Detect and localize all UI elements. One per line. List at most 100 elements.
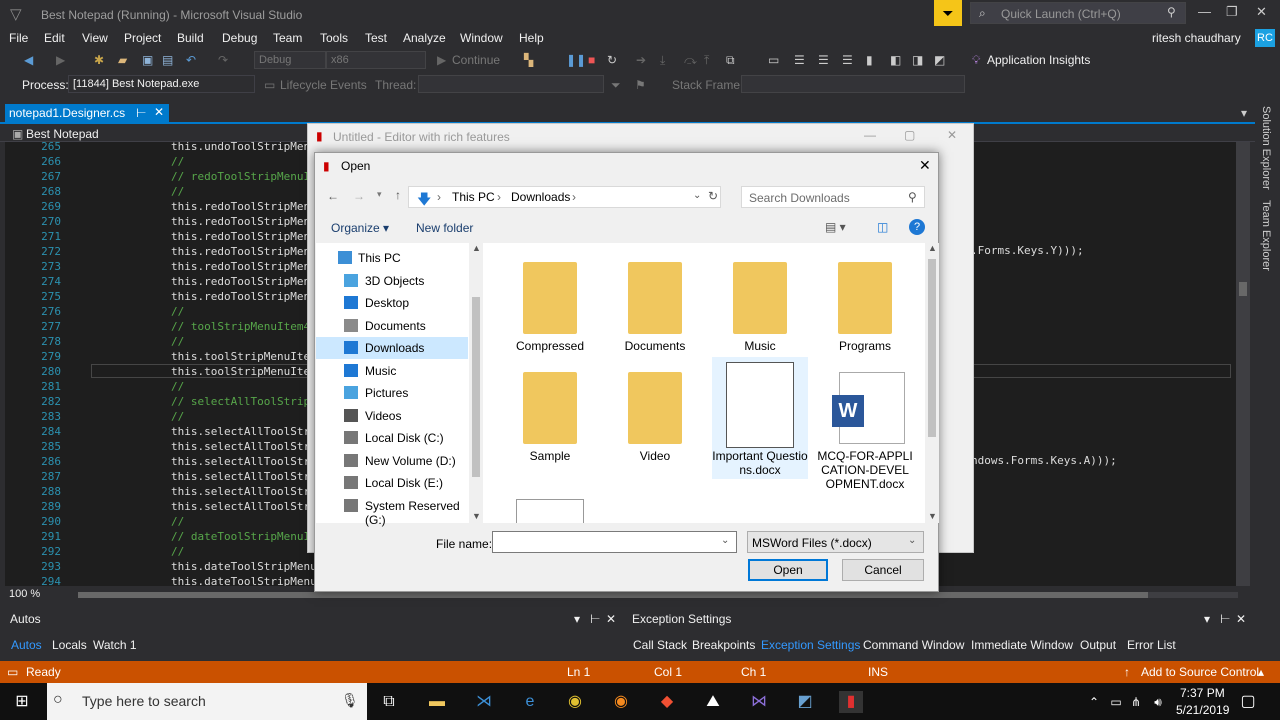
- menu-build[interactable]: Build: [177, 31, 204, 45]
- break-all-icon[interactable]: ❚❚: [566, 53, 586, 67]
- comment-icon[interactable]: ☰: [818, 53, 829, 67]
- step-into-icon[interactable]: ⤓: [660, 53, 665, 68]
- git-icon[interactable]: ◆: [655, 691, 679, 713]
- folder-item[interactable]: Documents: [607, 257, 703, 353]
- new-folder-button[interactable]: New folder: [416, 221, 473, 235]
- edge-icon[interactable]: e: [518, 691, 542, 713]
- team-explorer-tab[interactable]: Team Explorer: [1260, 200, 1272, 271]
- menu-project[interactable]: Project: [124, 31, 161, 45]
- nav-item-pictures[interactable]: Pictures: [316, 382, 468, 404]
- avatar[interactable]: RC: [1255, 29, 1275, 47]
- nav-item-videos[interactable]: Videos: [316, 405, 468, 427]
- task-view-icon[interactable]: ⧉: [377, 691, 401, 713]
- add-to-source-control-button[interactable]: Add to Source Control: [1141, 665, 1259, 679]
- vertical-scrollbar[interactable]: [1236, 142, 1250, 586]
- tab-locals[interactable]: Locals: [52, 638, 87, 652]
- search-icon[interactable]: ⚲: [1167, 5, 1176, 19]
- platform-select[interactable]: x86: [326, 51, 426, 69]
- inkscape-icon[interactable]: ⛰: [701, 691, 725, 713]
- folder-item[interactable]: Sample: [502, 367, 598, 463]
- nav-item-3d-objects[interactable]: 3D Objects: [316, 270, 468, 292]
- document-thumbnail[interactable]: [516, 499, 584, 523]
- minimize-icon[interactable]: —: [1198, 4, 1211, 19]
- uncomment-icon[interactable]: ☰: [842, 53, 853, 67]
- nav-item-downloads[interactable]: Downloads: [316, 337, 468, 359]
- scroll-up-icon[interactable]: ▲: [472, 243, 481, 253]
- help-icon[interactable]: ?: [909, 219, 925, 235]
- menu-edit[interactable]: Edit: [44, 31, 65, 45]
- scrollbar-thumb[interactable]: [1239, 282, 1247, 296]
- nav-item-desktop[interactable]: Desktop: [316, 292, 468, 314]
- clock-date[interactable]: 5/21/2019: [1176, 703, 1229, 717]
- preview-pane-icon[interactable]: ◫: [877, 220, 888, 234]
- close-icon[interactable]: ✕: [947, 128, 957, 142]
- process-select[interactable]: [11844] Best Notepad.exe: [68, 75, 255, 93]
- tab-exception-settings[interactable]: Exception Settings: [761, 638, 860, 652]
- show-threads-icon[interactable]: ▭: [768, 53, 779, 67]
- nav-item-new-volume-d[interactable]: New Volume (D:): [316, 450, 468, 472]
- nav-item-this-pc[interactable]: This PC: [316, 247, 468, 269]
- undo-icon[interactable]: ↶: [186, 53, 196, 67]
- vscode-icon[interactable]: ⋊: [472, 691, 496, 713]
- folder-item[interactable]: Programs: [817, 257, 913, 353]
- chevron-down-icon[interactable]: ⌄: [721, 535, 729, 546]
- file-item[interactable]: W MCQ-FOR-APPLICATION-DEVELOPMENT.docx: [817, 367, 913, 491]
- nav-scrollbar[interactable]: ▲ ▼: [469, 243, 483, 523]
- close-icon[interactable]: ✕: [1236, 612, 1246, 626]
- tab-watch-1[interactable]: Watch 1: [93, 638, 137, 652]
- pin-icon[interactable]: ⊢: [590, 612, 600, 626]
- nav-item-music[interactable]: Music: [316, 360, 468, 382]
- cancel-button[interactable]: Cancel: [842, 559, 924, 581]
- zoom-level[interactable]: 100 %: [9, 588, 40, 600]
- chrome-icon[interactable]: ◉: [563, 691, 587, 713]
- nav-item-documents[interactable]: Documents: [316, 315, 468, 337]
- refresh-icon[interactable]: ↻: [708, 189, 718, 203]
- maximize-icon[interactable]: ❐: [1226, 4, 1238, 20]
- menu-file[interactable]: File: [9, 31, 28, 45]
- step-out-icon[interactable]: ⤒: [704, 53, 709, 68]
- scroll-down-icon[interactable]: ▼: [472, 511, 481, 521]
- address-dropdown-icon[interactable]: ⌄: [693, 190, 701, 201]
- menu-view[interactable]: View: [82, 31, 108, 45]
- tab-immediate-window[interactable]: Immediate Window: [971, 638, 1073, 652]
- pin-icon[interactable]: ⊢: [136, 106, 146, 120]
- maximize-icon[interactable]: ▢: [904, 128, 915, 142]
- minimize-icon[interactable]: —: [864, 128, 876, 142]
- action-center-icon[interactable]: ▢: [1236, 691, 1260, 713]
- flag-icon[interactable]: ⚑: [635, 78, 646, 92]
- tab-notepad1-designer[interactable]: notepad1.Designer.cs ⊢ ✕: [5, 104, 169, 122]
- forward-icon[interactable]: →: [353, 189, 365, 203]
- lifecycle-icon[interactable]: ▭: [264, 78, 275, 92]
- stack-frame-select[interactable]: [741, 75, 965, 93]
- align-left-icon[interactable]: ☰: [794, 53, 805, 67]
- breadcrumb-downloads[interactable]: Downloads: [511, 190, 570, 204]
- nav-item-local-disk-c[interactable]: Local Disk (C:): [316, 427, 468, 449]
- navigation-pane[interactable]: This PC 3D Objects Desktop Documents Downloa…: [316, 243, 483, 527]
- continue-button[interactable]: Continue: [452, 53, 500, 67]
- stop-debugging-icon[interactable]: ■: [588, 53, 595, 67]
- close-tab-icon[interactable]: ✕: [154, 105, 164, 119]
- panel-menu-icon[interactable]: ▾: [1204, 612, 1210, 626]
- lifecycle-events-button[interactable]: Lifecycle Events: [280, 78, 367, 92]
- menu-analyze[interactable]: Analyze: [403, 31, 446, 45]
- breadcrumb-this-pc[interactable]: This PC: [452, 190, 495, 204]
- prev-bookmark-icon[interactable]: ◧: [890, 53, 901, 67]
- close-icon[interactable]: ✕: [919, 157, 931, 174]
- thread-select[interactable]: [418, 75, 604, 93]
- file-list[interactable]: Compressed Documents Music Programs Sample Vi…: [483, 243, 939, 523]
- source-control-menu-icon[interactable]: ▴: [1258, 665, 1264, 679]
- change-view-icon[interactable]: ▤ ▾: [825, 220, 846, 234]
- filter-icon[interactable]: ⏷: [611, 78, 621, 93]
- panel-menu-icon[interactable]: ▾: [574, 612, 580, 626]
- scroll-down-icon[interactable]: ▼: [928, 511, 937, 521]
- back-icon[interactable]: ←: [327, 189, 339, 203]
- file-list-scrollbar-thumb[interactable]: [928, 259, 936, 437]
- tab-overflow-icon[interactable]: ▾: [1241, 106, 1247, 120]
- tab-autos[interactable]: Autos: [11, 638, 42, 652]
- app-icon[interactable]: ◩: [793, 691, 817, 713]
- horizontal-scrollbar[interactable]: [78, 592, 1238, 598]
- save-all-icon[interactable]: ▤: [162, 53, 173, 67]
- file-list-scrollbar[interactable]: ▲ ▼: [925, 243, 939, 523]
- tab-output[interactable]: Output: [1080, 638, 1116, 652]
- hex-display-icon[interactable]: ⧉: [726, 53, 735, 68]
